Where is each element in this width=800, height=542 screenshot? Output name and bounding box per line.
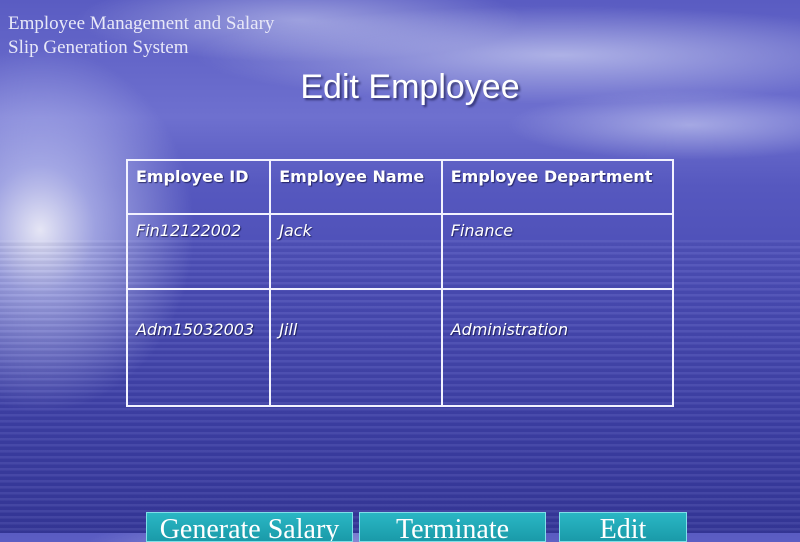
column-header-employee-id: Employee ID [125, 159, 272, 215]
table-row[interactable]: Fin12122002 Jack Finance [125, 213, 675, 290]
cell-employee-id[interactable]: Adm15032003 [125, 288, 272, 407]
table-header-row: Employee ID Employee Name Employee Depar… [125, 159, 675, 215]
edit-button[interactable]: Edit [559, 512, 687, 542]
page-title: Edit Employee [300, 68, 520, 106]
cell-employee-department[interactable]: Administration [440, 288, 675, 407]
cell-employee-id[interactable]: Fin12122002 [125, 213, 272, 290]
column-header-employee-name: Employee Name [269, 159, 443, 215]
cell-employee-name[interactable]: Jack [269, 213, 443, 290]
app-title: Employee Management and Salary Slip Gene… [8, 13, 275, 58]
table-row[interactable]: Adm15032003 Jill Administration [125, 288, 675, 407]
cell-employee-department[interactable]: Finance [440, 213, 675, 290]
generate-salary-button[interactable]: Generate Salary [146, 512, 353, 542]
terminate-button[interactable]: Terminate [359, 512, 546, 542]
column-header-employee-department: Employee Department [440, 159, 675, 215]
cell-employee-name[interactable]: Jill [269, 288, 443, 407]
employee-table: Employee ID Employee Name Employee Depar… [125, 159, 675, 407]
